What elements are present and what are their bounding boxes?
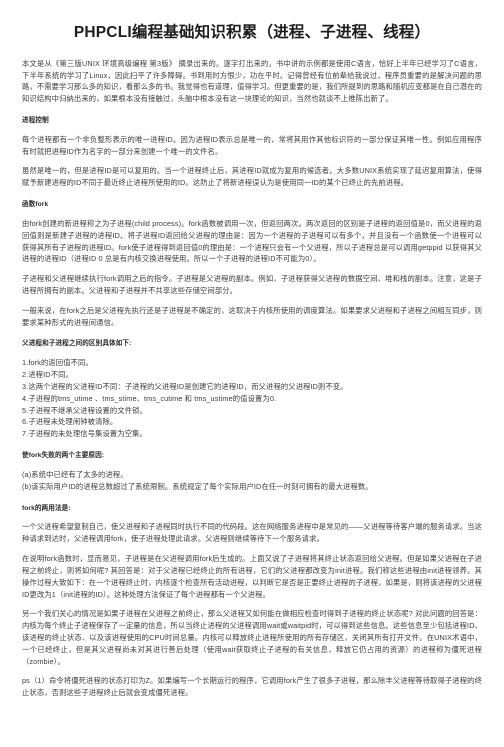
list-item: 3.这两个进程的父进程ID不同：子进程的父进程ID是创建它的进程ID，而父进程的…: [22, 381, 348, 391]
section-heading-parent-child-differences: 父进程和子进程之间的区别具体如下:: [22, 340, 132, 348]
list-item: 7.子进程的未处理信号集设置为空集。: [22, 429, 147, 439]
paragraph-fork-returns: 由fork创建的新进程称之为子进程(child process)。fork函数被…: [22, 218, 482, 264]
paragraph-process-id-unique: 每个进程都有一个非负整形表示的唯一进程ID。因为进程ID表示总是唯一的，常将其用…: [22, 134, 482, 156]
section-heading-fork-failure-reasons: 使fork失败的两个主要原因:: [22, 452, 105, 460]
paragraph-ps-command-zombie: ps（1）命令将僵死进程的状态打印为Z。如果编写一个长期运行的程序，它调用for…: [22, 676, 482, 698]
page-bottom-spacer: [22, 707, 482, 747]
list-item: 2.进程ID不同。: [22, 370, 73, 380]
list-item: (a)系统中已经有了太多的进程。: [22, 469, 128, 479]
paragraph-fork-copy: 子进程和父进程继续执行fork调用之后的指令。子进程是父进程的副本。例如，子进程…: [22, 274, 482, 296]
document-page: PHPCLI编程基础知识积累（进程、子进程、线程） 本文是从《第三版UNIX 环…: [0, 0, 504, 747]
list-item: 5.子进程不继承父进程设置的文件锁。: [22, 405, 147, 415]
list-item: 4.子进程的tms_utime 、tms_stime、tms_cutime 和 …: [22, 393, 277, 403]
paragraph-zombie-process: 另一个我们关心的情况是如果子进程在父进程之前终止，那么父进程又如何能在做相应检查…: [22, 609, 482, 666]
section-heading-process-control: 进程控制: [22, 116, 49, 124]
paragraph-init-adoption: 在说明fork函数时，显而易见，子进程是在父进程调用fork后生成的。上面又说了…: [22, 554, 482, 599]
page-title: PHPCLI编程基础知识积累（进程、子进程、线程）: [73, 24, 431, 41]
section-heading-fork-usages: fork的两用法是:: [22, 504, 71, 512]
list-item: 6.子进程未处理闹钟被清除。: [22, 417, 118, 427]
paragraph-fork-usage-duplicate-self: 一个父进程希望复制自己，使父进程和子进程同时执行不同的代码段。这在网络服务进程中…: [22, 522, 482, 544]
section-heading-fork-function: 函数fork: [22, 201, 49, 209]
paragraph-fork-scheduling: 一般来说，在fork之后是父进程先执行还是子进程是不确定的，这取决于内核所使用的…: [22, 305, 482, 327]
fork-failure-list: (a)系统中已经有了太多的进程。 (b)该实际用户ID的进程总数超过了系统限制。…: [22, 469, 482, 493]
list-item: 1.fork的返回值不同。: [22, 358, 93, 368]
parent-child-difference-list: 1.fork的返回值不同。 2.进程ID不同。 3.这两个进程的父进程ID不同：…: [22, 357, 482, 440]
list-item: (b)该实际用户ID的进程总数超过了系统限制。系统规定了每个实际用户ID在任一时…: [22, 481, 373, 491]
paragraph-process-id-reuse: 虽然是唯一的，但是进程ID是可以复用的。当一个进程终止后，其进程ID就成为复用的…: [22, 166, 482, 188]
intro-paragraph: 本文是从《第三版UNIX 环境高级编程 第3版》 摘录出来的。逐字打出来的，书中…: [22, 58, 482, 104]
